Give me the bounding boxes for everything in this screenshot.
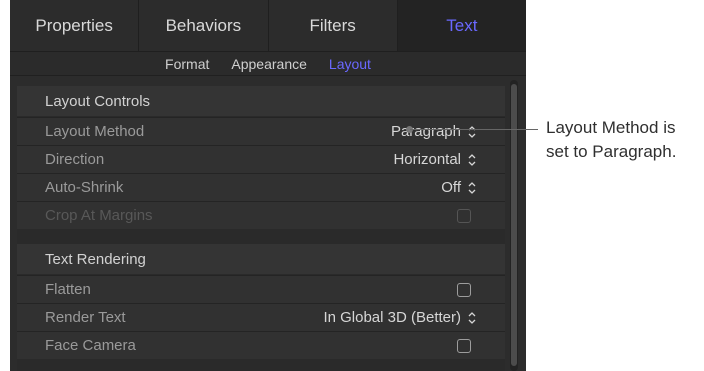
crop-at-margins-checkbox	[457, 208, 471, 223]
updown-chevron-icon	[467, 153, 477, 167]
vertical-scrollbar[interactable]	[510, 80, 518, 371]
section-layout-controls-title: Layout Controls	[45, 92, 151, 110]
row-face-camera-label: Face Camera	[45, 337, 136, 354]
auto-shrink-value: Off	[441, 179, 461, 196]
row-flatten[interactable]: Flatten	[17, 275, 505, 303]
section-text-rendering-title: Text Rendering	[45, 250, 146, 268]
render-text-value: In Global 3D (Better)	[323, 309, 461, 326]
row-flatten-label: Flatten	[45, 281, 91, 298]
layout-method-value: Paragraph	[390, 123, 461, 140]
row-render-text[interactable]: Render Text In Global 3D (Better)	[17, 303, 505, 331]
row-layout-method-label: Layout Method	[45, 123, 145, 140]
scrollbar-thumb[interactable]	[511, 84, 517, 366]
flatten-checkbox[interactable]	[457, 282, 471, 297]
subtab-format[interactable]: Format	[165, 56, 209, 72]
row-layout-method[interactable]: Layout Method Paragraph	[17, 117, 505, 145]
tab-text[interactable]: Text	[397, 0, 526, 51]
tab-properties-label: Properties	[35, 15, 113, 35]
inspector-panel: Properties Behaviors Filters Text Format…	[10, 0, 526, 371]
updown-chevron-icon	[467, 125, 477, 139]
inspector-tabs: Properties Behaviors Filters Text	[10, 0, 526, 52]
direction-select[interactable]: Horizontal	[393, 151, 477, 168]
section-layout-controls: Layout Controls	[17, 86, 505, 116]
row-auto-shrink-label: Auto-Shrink	[45, 179, 124, 196]
row-auto-shrink[interactable]: Auto-Shrink Off	[17, 173, 505, 201]
face-camera-checkbox[interactable]	[457, 338, 471, 353]
tab-behaviors[interactable]: Behaviors	[139, 0, 269, 51]
tab-filters[interactable]: Filters	[268, 0, 398, 51]
row-face-camera[interactable]: Face Camera	[17, 331, 505, 359]
tab-properties[interactable]: Properties	[10, 0, 140, 51]
callout-line	[410, 129, 538, 130]
subtab-appearance[interactable]: Appearance	[231, 56, 307, 72]
layout-method-select[interactable]: Paragraph	[391, 123, 477, 140]
updown-chevron-icon	[467, 311, 477, 325]
render-text-select[interactable]: In Global 3D (Better)	[323, 309, 477, 326]
text-subtabs: Format Appearance Layout	[10, 52, 526, 76]
auto-shrink-select[interactable]: Off	[441, 179, 477, 196]
tab-behaviors-label: Behaviors	[165, 15, 242, 35]
tab-filters-label: Filters	[309, 15, 356, 35]
subtab-layout[interactable]: Layout	[329, 56, 371, 72]
tab-text-label: Text	[446, 15, 478, 35]
callout-text: Layout Method is set to Paragraph.	[546, 118, 677, 161]
row-direction[interactable]: Direction Horizontal	[17, 145, 505, 173]
section-text-rendering: Text Rendering	[17, 244, 505, 274]
updown-chevron-icon	[467, 181, 477, 195]
row-crop-at-margins: Crop At Margins	[17, 201, 505, 229]
row-crop-at-margins-label: Crop At Margins	[45, 207, 153, 224]
row-render-text-label: Render Text	[45, 309, 126, 326]
row-direction-label: Direction	[45, 151, 105, 168]
direction-value: Horizontal	[393, 151, 461, 168]
